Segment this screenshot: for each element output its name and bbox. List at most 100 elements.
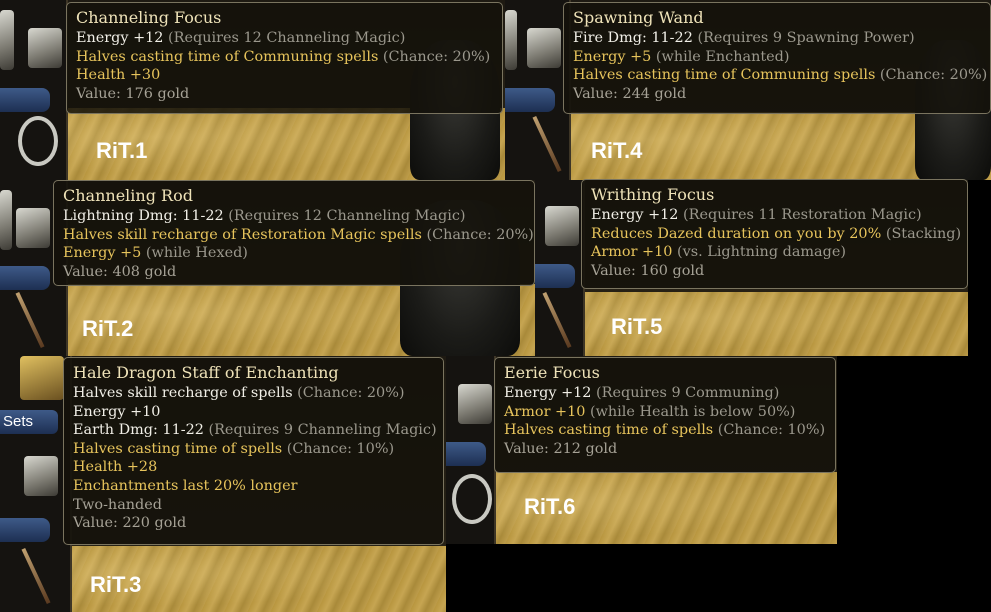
equipment-slot-column [0, 0, 68, 180]
item-tooltip: Channeling Rod Lightning Dmg: 11-22 (Requ… [53, 180, 535, 286]
item-stat-text: Halves skill recharge of spells [73, 385, 293, 401]
item-stat-line: Earth Dmg: 11-22 (Requires 9 Channeling … [73, 421, 437, 440]
item-name: Spawning Wand [573, 8, 704, 27]
item-stat-line: Energy +5 (while Enchanted) [573, 48, 981, 67]
equipment-slot-column [505, 0, 571, 180]
weapon-set-bar[interactable] [505, 88, 555, 112]
item-stat-line: Halves skill recharge of spells (Chance:… [73, 384, 434, 403]
rit-label: RiT.2 [82, 316, 134, 341]
item-stat-text: Enchantments last 20% longer [73, 477, 298, 494]
item-stat-qualifier: (while Health is below 50%) [585, 403, 796, 420]
item-stat-qualifier: (Requires 9 Communing) [591, 385, 780, 401]
item-stat-text: Energy +5 [63, 245, 142, 262]
item-stat-line: Halves casting time of spells (Chance: 1… [73, 440, 434, 459]
gauntlet-icon[interactable] [505, 10, 517, 70]
armor-slot-icon[interactable] [16, 208, 50, 248]
item-stat-qualifier: (Chance: 20%) [378, 48, 491, 65]
item-tooltip: Spawning Wand Fire Dmg: 11-22 (Requires 9… [563, 2, 991, 114]
item-stat-line: Value: 244 gold [573, 85, 981, 104]
item-stat-text: Halves skill recharge of Restoration Mag… [63, 226, 422, 243]
gauntlet-icon[interactable] [0, 190, 12, 250]
item-stat-text: Value: 160 gold [591, 262, 705, 279]
item-tooltip: Hale Dragon Staff of Enchanting Halves sk… [63, 357, 444, 545]
item-stat-text: Lightning Dmg: 11-22 [63, 208, 224, 224]
item-name: Eerie Focus [504, 363, 600, 382]
equipment-slot-column [0, 356, 72, 612]
item-stat-text: Value: 220 gold [73, 515, 187, 532]
item-stat-text: Value: 176 gold [76, 85, 190, 102]
item-stat-line: Halves casting time of Communing spells … [76, 48, 493, 67]
item-stat-line: Halves skill recharge of Restoration Mag… [63, 226, 534, 245]
item-stat-text: Earth Dmg: 11-22 [73, 422, 204, 439]
item-stat-text: Reduces Dazed duration on you by 20% [591, 225, 882, 242]
item-stat-qualifier: (Requires 11 Restoration Magic) [678, 207, 922, 223]
item-stat-line: Fire Dmg: 11-22 (Requires 9 Spawning Pow… [573, 29, 981, 48]
item-stat-qualifier: (while Enchanted) [651, 48, 790, 65]
item-stat-text: Armor +10 [504, 403, 586, 420]
armor-slot-icon[interactable] [545, 206, 579, 246]
item-tooltip: Writhing Focus Energy +12 (Requires 11 Re… [581, 179, 968, 289]
item-stat-qualifier: (Requires 12 Channeling Magic) [223, 208, 466, 224]
item-stat-qualifier: (Chance: 20%) [875, 67, 988, 84]
staff-icon[interactable] [15, 291, 45, 349]
item-stat-line: Health +28 [73, 458, 434, 477]
shield-icon[interactable] [20, 356, 64, 400]
weapon-set-bar[interactable] [0, 518, 50, 542]
item-stat-text: Value: 244 gold [573, 85, 687, 102]
armor-slot-icon[interactable] [24, 456, 58, 496]
equipment-slot-column [535, 180, 585, 356]
ground-texture [446, 472, 837, 544]
item-name: Hale Dragon Staff of Enchanting [73, 363, 339, 382]
item-stat-line: Energy +12 (Requires 11 Restoration Magi… [591, 206, 958, 225]
rit-label: RiT.6 [524, 494, 576, 519]
item-stat-qualifier: (Chance: 20%) [421, 226, 534, 243]
amulet-icon[interactable] [452, 474, 492, 524]
rit-label: RiT.3 [90, 572, 142, 597]
amulet-icon[interactable] [18, 116, 58, 166]
item-stat-line: Halves casting time of spells (Chance: 1… [504, 421, 826, 440]
item-stat-text: Fire Dmg: 11-22 [573, 30, 693, 46]
item-stat-text: Energy +12 [591, 207, 679, 223]
item-stat-text: Value: 212 gold [504, 440, 618, 457]
item-stat-line: Energy +5 (while Hexed) [63, 244, 525, 263]
weapon-set-bar[interactable] [446, 442, 486, 466]
item-stat-line: Armor +10 (while Health is below 50%) [504, 403, 826, 422]
item-stat-text: Health +28 [73, 459, 158, 476]
weapon-set-bar[interactable] [0, 266, 50, 290]
rit-label: RiT.5 [611, 314, 663, 339]
item-stat-line: Two-handed [73, 496, 434, 515]
item-stat-text: Energy +12 [76, 30, 164, 46]
gauntlet-icon[interactable] [0, 10, 14, 70]
weapon-set-bar[interactable] [535, 264, 575, 288]
weapon-set-bar[interactable] [0, 88, 50, 112]
armor-slot-icon[interactable] [28, 28, 62, 68]
item-name: Channeling Rod [63, 186, 193, 205]
staff-icon[interactable] [21, 547, 51, 605]
sets-tab[interactable]: Sets [0, 410, 58, 434]
item-stat-qualifier: (vs. Lightning damage) [672, 244, 846, 261]
armor-slot-icon[interactable] [527, 28, 561, 68]
item-stat-line: Reduces Dazed duration on you by 20% (St… [591, 225, 962, 244]
item-stat-line: Value: 220 gold [73, 514, 434, 533]
staff-icon[interactable] [542, 291, 572, 349]
wand-icon[interactable] [532, 115, 562, 173]
rit-label: RiT.1 [96, 138, 148, 163]
item-stat-line: Health +30 [76, 66, 493, 85]
item-stat-line: Value: 408 gold [63, 263, 525, 282]
item-stat-line: Enchantments last 20% longer [73, 477, 434, 496]
item-stat-line: Armor +10 (vs. Lightning damage) [591, 243, 958, 262]
item-stat-qualifier: (Requires 12 Channeling Magic) [163, 30, 406, 46]
item-stat-text: Halves casting time of Communing spells [76, 48, 379, 65]
item-stat-qualifier: (Stacking) [881, 225, 962, 242]
item-name: Channeling Focus [76, 8, 222, 27]
item-stat-text: Energy +5 [573, 48, 652, 65]
item-tooltip: Channeling Focus Energy +12 (Requires 12 … [66, 2, 503, 114]
item-stat-qualifier: (Chance: 20%) [292, 385, 405, 401]
item-stat-text: Value: 408 gold [63, 263, 177, 280]
armor-slot-icon[interactable] [458, 384, 492, 424]
item-stat-line: Energy +10 [73, 403, 434, 422]
item-stat-line: Value: 212 gold [504, 440, 826, 459]
item-stat-text: Halves casting time of spells [73, 440, 283, 457]
item-stat-text: Health +30 [76, 67, 161, 84]
item-stat-text: Two-handed [73, 496, 162, 513]
